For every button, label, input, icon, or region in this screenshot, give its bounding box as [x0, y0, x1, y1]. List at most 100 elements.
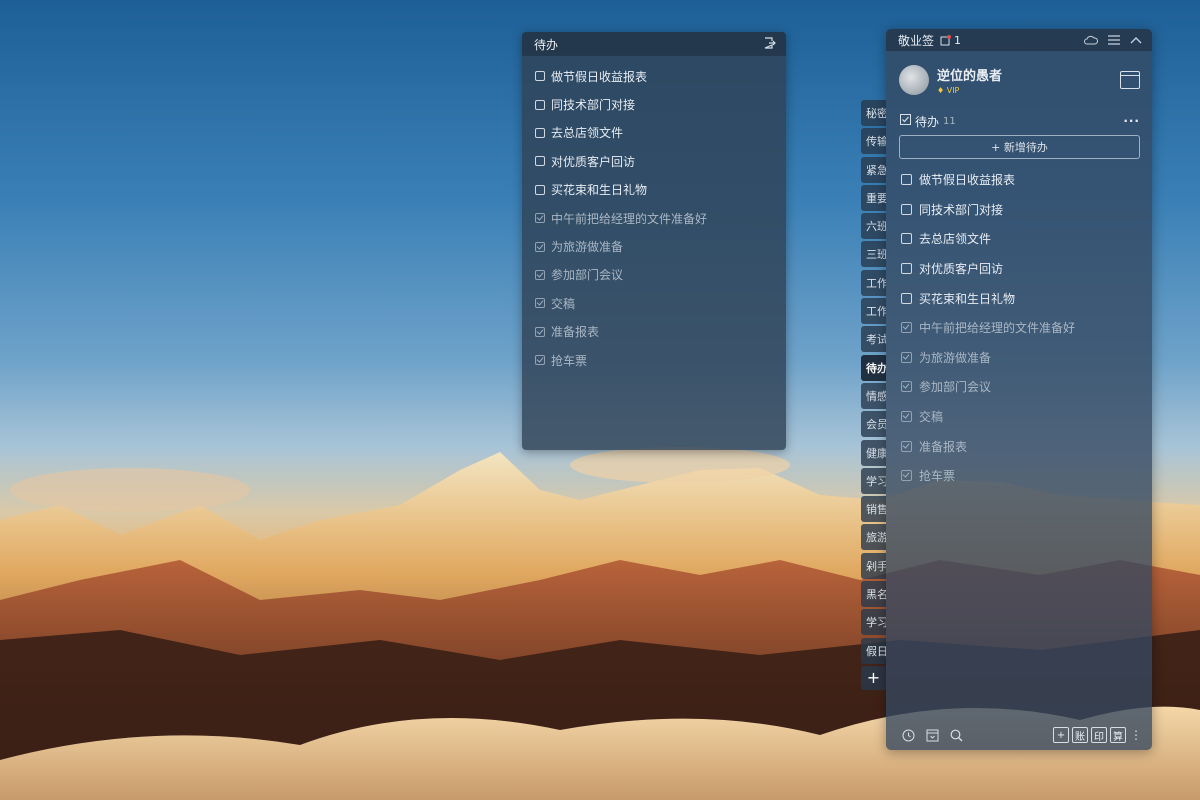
unchecked-checkbox[interactable]	[901, 203, 912, 215]
category-tab[interactable]: 秘密	[861, 100, 886, 126]
unchecked-checkbox[interactable]	[901, 174, 912, 186]
unchecked-checkbox[interactable]	[901, 233, 912, 245]
checked-checkbox[interactable]	[535, 269, 545, 280]
floating-task-item[interactable]: 对优质客户回访	[535, 147, 786, 175]
task-label: 做节假日收益报表	[919, 173, 1016, 188]
footer-tool-buttons: + 账印算	[1053, 727, 1126, 743]
archive-icon[interactable]	[925, 728, 939, 742]
calendar-icon[interactable]	[1120, 71, 1140, 89]
category-tab[interactable]: 学习	[861, 609, 886, 636]
floating-task-item[interactable]: 买花束和生日礼物	[535, 176, 786, 204]
category-tab[interactable]: 销售	[861, 496, 886, 523]
cloud-icon[interactable]	[1084, 35, 1098, 45]
floating-task-item[interactable]: 做节假日收益报表	[535, 62, 786, 90]
footer-tool-button[interactable]: 印	[1091, 727, 1107, 743]
notification-button[interactable]: 1	[940, 34, 961, 47]
task-label: 中午前把给经理的文件准备好	[551, 211, 708, 226]
task-label: 抢车票	[551, 353, 588, 368]
category-tab[interactable]: 学习	[861, 467, 886, 494]
checked-checkbox[interactable]	[901, 381, 912, 393]
footer-tool-button[interactable]: 算	[1110, 727, 1126, 743]
category-tab[interactable]: 健康	[861, 439, 886, 466]
checked-checkbox[interactable]	[535, 213, 545, 224]
category-tab[interactable]: 工作	[861, 298, 886, 325]
footer-tool-button[interactable]: +	[1053, 727, 1069, 743]
floating-task-item[interactable]: 同技术部门对接	[535, 90, 786, 118]
category-tab[interactable]: 黑名	[861, 581, 886, 608]
checked-checkbox[interactable]	[901, 351, 912, 363]
category-tab[interactable]: 剁手	[861, 552, 886, 579]
unchecked-checkbox[interactable]	[535, 71, 545, 82]
kebab-menu-icon[interactable]: ⋮	[1130, 728, 1142, 742]
more-options-icon[interactable]: ···	[1123, 114, 1140, 128]
checklist-icon	[900, 114, 911, 128]
category-tab[interactable]: 三班	[861, 241, 886, 268]
checked-checkbox[interactable]	[535, 326, 545, 337]
task-label: 去总店领文件	[551, 126, 624, 141]
panel-titlebar[interactable]: 敬业签 1	[886, 29, 1152, 51]
checked-checkbox[interactable]	[901, 322, 912, 334]
task-label: 同技术部门对接	[551, 98, 636, 113]
checked-checkbox[interactable]	[535, 355, 545, 366]
menu-icon[interactable]	[1108, 35, 1120, 45]
unchecked-checkbox[interactable]	[535, 156, 545, 167]
panel-task-item[interactable]: 去总店领文件	[901, 224, 1152, 254]
panel-task-item[interactable]: 对优质客户回访	[901, 254, 1152, 284]
chevron-up-icon[interactable]	[1130, 36, 1142, 44]
panel-task-item[interactable]: 抢车票	[901, 461, 1152, 491]
notification-count: 1	[954, 33, 962, 47]
category-tab[interactable]: 六班	[861, 213, 886, 240]
category-tab[interactable]: 考试	[861, 326, 886, 353]
exit-icon[interactable]	[764, 36, 776, 52]
category-tab[interactable]: 工作	[861, 269, 886, 296]
floating-task-item[interactable]: 抢车票	[535, 346, 786, 374]
avatar[interactable]	[899, 65, 929, 95]
category-tab[interactable]: 待办	[861, 354, 886, 381]
user-profile[interactable]: 逆位的愚者 ♦ VIP	[886, 51, 1152, 101]
search-icon[interactable]	[949, 728, 963, 742]
floating-task-item[interactable]: 为旅游做准备	[535, 232, 786, 260]
panel-task-item[interactable]: 中午前把给经理的文件准备好	[901, 313, 1152, 343]
task-label: 对优质客户回访	[551, 154, 636, 169]
category-tab[interactable]: 旅游	[861, 524, 886, 551]
add-todo-button[interactable]: + 新增待办	[899, 135, 1140, 159]
floating-task-item[interactable]: 交稿	[535, 289, 786, 317]
panel-task-item[interactable]: 参加部门会议	[901, 372, 1152, 402]
panel-task-item[interactable]: 买花束和生日礼物	[901, 283, 1152, 313]
unchecked-checkbox[interactable]	[535, 184, 545, 195]
floating-task-item[interactable]: 去总店领文件	[535, 119, 786, 147]
checked-checkbox[interactable]	[535, 241, 545, 252]
unchecked-checkbox[interactable]	[535, 127, 545, 138]
task-label: 准备报表	[919, 439, 968, 454]
floating-task-list: 做节假日收益报表同技术部门对接 去总店领文件 对优质客户回访 买花束和生日礼物中午前把…	[522, 56, 786, 374]
unchecked-checkbox[interactable]	[535, 99, 545, 110]
category-tab[interactable]: 传输	[861, 128, 886, 155]
task-label: 买花束和生日礼物	[551, 183, 648, 198]
panel-task-item[interactable]: 做节假日收益报表	[901, 165, 1152, 195]
category-tab[interactable]: 情感	[861, 382, 886, 409]
panel-task-item[interactable]: 同技术部门对接	[901, 195, 1152, 225]
checked-checkbox[interactable]	[901, 470, 912, 482]
category-tab[interactable]: 紧急	[861, 156, 886, 183]
floating-note-titlebar[interactable]: 待办	[522, 32, 786, 56]
checked-checkbox[interactable]	[535, 298, 545, 309]
floating-todo-note[interactable]: 待办 做节假日收益报表同技术部门对接 去总店领文件 对优质客户回访 买花束和生日礼物中…	[522, 32, 786, 450]
task-label: 交稿	[551, 296, 576, 311]
main-panel: 敬业签 1 逆位的愚者 ♦ VIP 待办 11 ··· + 新增待办 做节假日收…	[886, 29, 1152, 750]
floating-task-item[interactable]: 中午前把给经理的文件准备好	[535, 204, 786, 232]
add-category-button[interactable]: +	[861, 665, 886, 690]
unchecked-checkbox[interactable]	[901, 263, 912, 275]
category-tab[interactable]: 假日	[861, 637, 886, 664]
floating-task-item[interactable]: 参加部门会议	[535, 261, 786, 289]
clock-icon[interactable]	[901, 728, 915, 742]
category-tab[interactable]: 会员	[861, 411, 886, 438]
category-tab[interactable]: 重要	[861, 184, 886, 211]
panel-task-item[interactable]: 准备报表	[901, 431, 1152, 461]
footer-tool-button[interactable]: 账	[1072, 727, 1088, 743]
unchecked-checkbox[interactable]	[901, 292, 912, 304]
panel-task-item[interactable]: 为旅游做准备	[901, 343, 1152, 373]
floating-task-item[interactable]: 准备报表	[535, 318, 786, 346]
checked-checkbox[interactable]	[901, 411, 912, 423]
checked-checkbox[interactable]	[901, 440, 912, 452]
panel-task-item[interactable]: 交稿	[901, 402, 1152, 432]
